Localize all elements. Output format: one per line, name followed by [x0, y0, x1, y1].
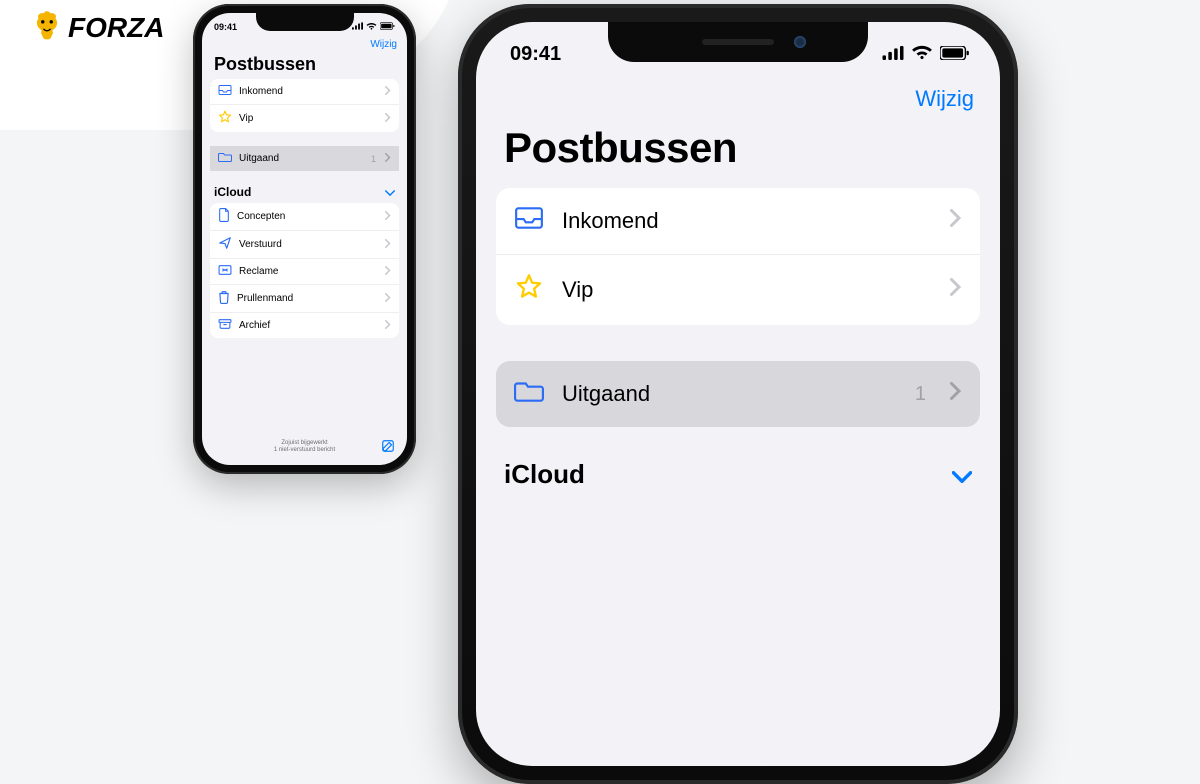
- mailbox-label: Vip: [239, 113, 378, 124]
- mailbox-inbox[interactable]: Inkomend: [496, 188, 980, 254]
- mailbox-vip[interactable]: Vip: [210, 105, 399, 132]
- phone-notch: [608, 22, 868, 62]
- status-time: 09:41: [214, 22, 237, 32]
- chevron-down-icon: [385, 185, 395, 199]
- chevron-right-icon: [385, 86, 391, 98]
- mailbox-list: Inkomend Vip: [496, 188, 980, 325]
- status-time: 09:41: [510, 43, 561, 66]
- folder-sent[interactable]: Verstuurd: [210, 231, 399, 259]
- folder-junk[interactable]: Reclame: [210, 259, 399, 285]
- folder-archive[interactable]: Archief: [210, 313, 399, 338]
- mailbox-list-outbox: Uitgaand 1: [496, 361, 980, 427]
- chevron-right-icon: [385, 113, 391, 125]
- folder-label: Verstuurd: [239, 239, 378, 250]
- mailbox-label: Uitgaand: [239, 153, 364, 164]
- folder-icon: [218, 151, 232, 166]
- mailbox-vip[interactable]: Vip: [496, 254, 980, 325]
- chevron-right-icon: [950, 381, 962, 407]
- mailbox-list-outbox: Uitgaand 1: [210, 146, 399, 171]
- wifi-icon: [911, 43, 933, 66]
- speaker-icon: [702, 39, 774, 45]
- folder-trash[interactable]: Prullenmand: [210, 285, 399, 313]
- brand-text: FORZA: [68, 12, 164, 44]
- chevron-right-icon: [385, 153, 391, 165]
- archive-icon: [218, 318, 232, 333]
- status-text: Zojuist bijgewerkt 1 niet-verstuurd beri…: [228, 440, 381, 454]
- account-folder-list: Concepten Verstuurd Reclame Prullenmand: [210, 203, 399, 338]
- junk-icon: [218, 264, 232, 279]
- star-icon: [514, 273, 544, 307]
- mail-app-screen-small: 09:41 Wijzig Postbussen: [202, 13, 407, 465]
- account-name: iCloud: [214, 185, 251, 199]
- camera-icon: [794, 36, 806, 48]
- inbox-tray-icon: [514, 206, 544, 236]
- chevron-right-icon: [385, 211, 391, 223]
- inbox-tray-icon: [218, 84, 232, 99]
- folder-label: Prullenmand: [237, 293, 378, 304]
- folder-label: Archief: [239, 320, 378, 331]
- outbox-count: 1: [371, 154, 376, 164]
- nav-bar: Wijzig: [202, 37, 407, 52]
- battery-icon: [940, 43, 970, 66]
- chevron-right-icon: [385, 266, 391, 278]
- folder-drafts[interactable]: Concepten: [210, 203, 399, 231]
- account-header[interactable]: iCloud: [476, 441, 1000, 494]
- battery-icon: [380, 22, 395, 32]
- chevron-right-icon: [385, 320, 391, 332]
- star-icon: [218, 110, 232, 127]
- mailbox-outbox[interactable]: Uitgaand 1: [210, 146, 399, 171]
- account-name: iCloud: [504, 459, 585, 490]
- mail-footer-bar: Zojuist bijgewerkt 1 niet-verstuurd beri…: [202, 433, 407, 465]
- mailbox-list: Inkomend Vip: [210, 79, 399, 132]
- page-title: Postbussen: [476, 118, 1000, 188]
- mailbox-inbox[interactable]: Inkomend: [210, 79, 399, 105]
- edit-button[interactable]: Wijzig: [915, 86, 974, 111]
- phone-notch: [256, 13, 354, 31]
- chevron-right-icon: [385, 239, 391, 251]
- folder-icon: [514, 379, 544, 409]
- phone-mockup-small: 09:41 Wijzig Postbussen: [193, 4, 416, 474]
- chevron-right-icon: [950, 208, 962, 234]
- brand-logo: FORZA: [30, 8, 164, 47]
- cellular-signal-icon: [882, 43, 904, 66]
- trash-icon: [218, 290, 230, 307]
- mailbox-label: Vip: [562, 277, 932, 303]
- page-title: Postbussen: [202, 52, 407, 79]
- chevron-right-icon: [950, 277, 962, 303]
- edit-button[interactable]: Wijzig: [370, 39, 397, 50]
- compose-button[interactable]: [381, 439, 395, 455]
- mailbox-label: Inkomend: [239, 86, 378, 97]
- chevron-down-icon: [952, 459, 972, 490]
- paper-plane-icon: [218, 236, 232, 253]
- mailbox-outbox[interactable]: Uitgaand 1: [496, 361, 980, 427]
- folder-label: Concepten: [237, 211, 378, 222]
- nav-bar: Wijzig: [476, 72, 1000, 118]
- lion-logo-icon: [30, 8, 64, 47]
- mailbox-label: Inkomend: [562, 208, 932, 234]
- folder-label: Reclame: [239, 266, 378, 277]
- document-icon: [218, 208, 230, 225]
- account-header[interactable]: iCloud: [202, 177, 407, 203]
- phone-mockup-large: 09:41 Wijzig Postbussen: [458, 4, 1018, 784]
- chevron-right-icon: [385, 293, 391, 305]
- mailbox-label: Uitgaand: [562, 381, 897, 407]
- wifi-icon: [366, 22, 377, 32]
- outbox-count: 1: [915, 383, 926, 406]
- cellular-signal-icon: [352, 22, 363, 32]
- mail-app-screen-large: 09:41 Wijzig Postbussen: [476, 22, 1000, 766]
